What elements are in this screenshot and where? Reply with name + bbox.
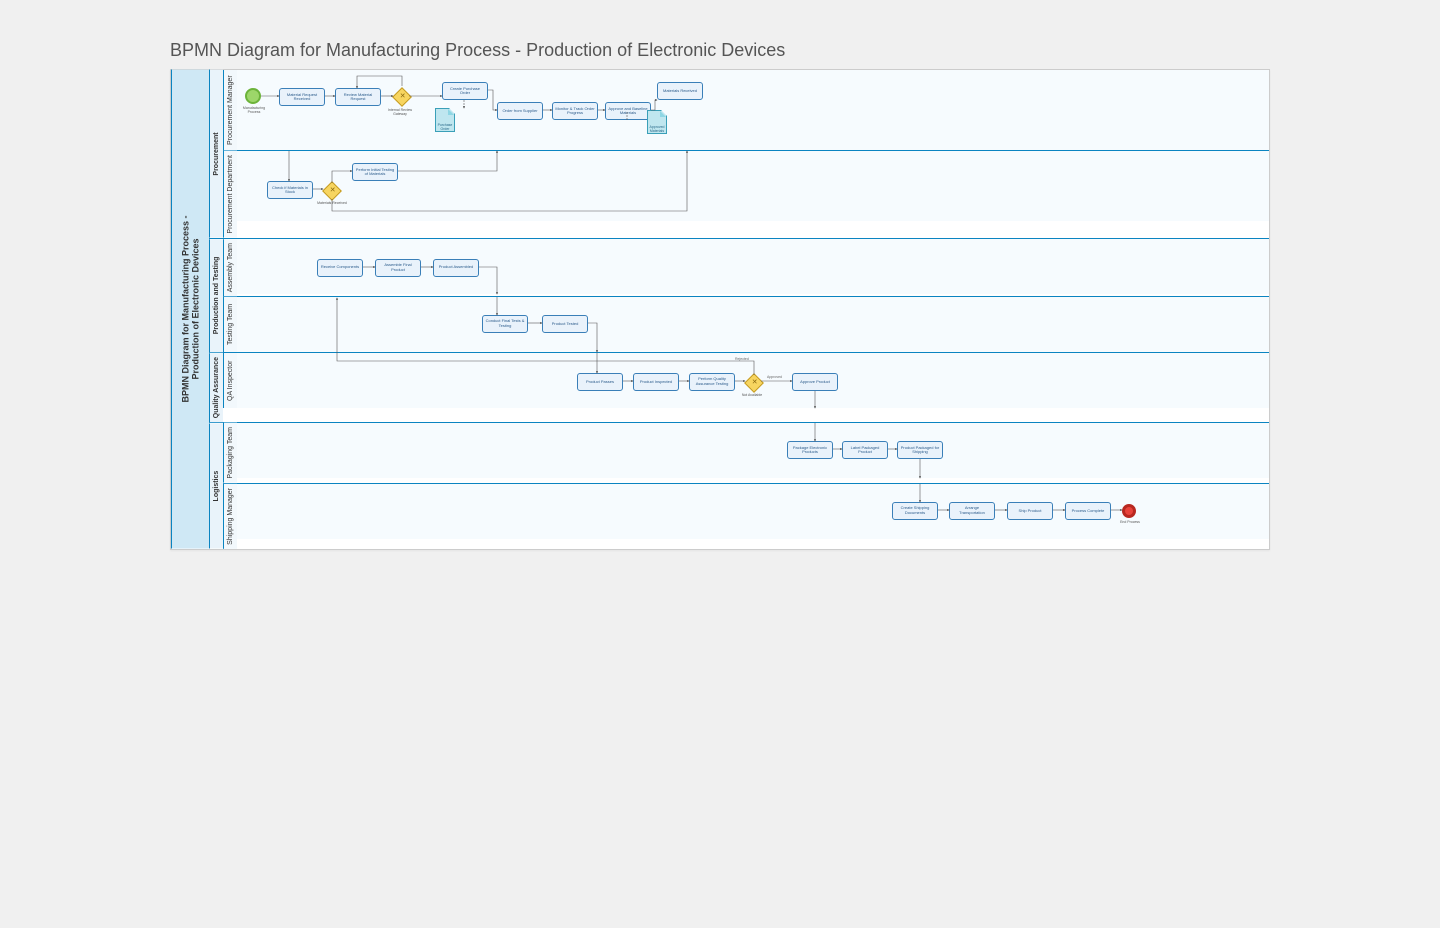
task-product-tested[interactable]: Product Tested xyxy=(542,315,588,333)
lane-label-assembly: Assembly Team xyxy=(223,239,237,296)
task-material-request[interactable]: Material Request Received xyxy=(279,88,325,106)
gateway-qa-label: Not Available xyxy=(737,393,767,397)
lane-label-packaging: Packaging Team xyxy=(223,423,237,483)
task-check-stock[interactable]: Check if Materials in Stock xyxy=(267,181,313,199)
gateway-qa[interactable] xyxy=(744,373,764,393)
lane-proc-manager: Procurement Manager Manufacturing Proces… xyxy=(223,70,1269,151)
edge-approved: Approved xyxy=(767,375,782,379)
task-product-packaged[interactable]: Product Packaged for Shipping xyxy=(897,441,943,459)
pool-label: BPMN Diagram for Manufacturing Process -… xyxy=(171,70,209,549)
task-label-package[interactable]: Label Packaged Product xyxy=(842,441,888,459)
pool-line2: Production of Electronic Devices xyxy=(191,239,201,380)
lane-proc-dept: Procurement Department Check if Material… xyxy=(223,151,1269,238)
task-review-request[interactable]: Review Material Request xyxy=(335,88,381,106)
task-order-supplier[interactable]: Order from Supplier xyxy=(497,102,543,120)
task-materials-received[interactable]: Materials Received xyxy=(657,82,703,100)
subpool-label-logistics: Logistics xyxy=(209,423,223,548)
lane-assembly: Assembly Team Receive Components Assembl… xyxy=(223,239,1269,297)
pool-line1: BPMN Diagram for Manufacturing Process - xyxy=(181,216,191,403)
page-title: BPMN Diagram for Manufacturing Process -… xyxy=(170,40,1270,61)
task-ship[interactable]: Ship Product xyxy=(1007,502,1053,520)
subpool-label-procurement: Procurement xyxy=(209,70,223,238)
task-assemble[interactable]: Assemble Final Product xyxy=(375,259,421,277)
lane-label-qa: QA Inspector xyxy=(223,353,237,408)
start-label: Manufacturing Process xyxy=(239,106,269,114)
task-create-po[interactable]: Create Purchase Order xyxy=(442,82,488,100)
subpool-procurement: Procurement Procurement Manager Manufact… xyxy=(209,70,1269,239)
task-product-inspected[interactable]: Product Inspected xyxy=(633,373,679,391)
gateway-review[interactable] xyxy=(392,87,412,107)
end-label: End Process xyxy=(1115,520,1145,524)
end-event[interactable] xyxy=(1122,504,1136,518)
lane-qa-inspector: QA Inspector Product Passes Product Insp… xyxy=(223,353,1269,408)
task-package[interactable]: Package Electronic Products xyxy=(787,441,833,459)
lane-label-proc-mgr: Procurement Manager xyxy=(223,70,237,150)
gateway-review-label: Internal Review Gateway xyxy=(385,108,415,116)
subpool-qa: Quality Assurance QA Inspector Product P… xyxy=(209,353,1269,423)
task-create-docs[interactable]: Create Shipping Documents xyxy=(892,502,938,520)
task-arrange-transport[interactable]: Arrange Transportation xyxy=(949,502,995,520)
doc-baseline: Approved Materials xyxy=(647,110,667,134)
bpmn-diagram: BPMN Diagram for Manufacturing Process -… xyxy=(170,69,1270,550)
task-monitor[interactable]: Monitor & Track Order Progress xyxy=(552,102,598,120)
task-conduct-tests[interactable]: Conduct Final Tests & Testing xyxy=(482,315,528,333)
subpool-label-qa: Quality Assurance xyxy=(209,353,223,422)
subpool-label-production: Production and Testing xyxy=(209,239,223,352)
task-perform-initial[interactable]: Perform Initial Testing of Materials xyxy=(352,163,398,181)
gateway-material[interactable] xyxy=(322,181,342,201)
gateway-material-label: Materials Received xyxy=(317,201,347,205)
lane-packaging: Packaging Team Package Electronic Produc… xyxy=(223,423,1269,484)
start-event[interactable] xyxy=(245,88,261,104)
task-perform-quality[interactable]: Perform Quality Assurance Testing xyxy=(689,373,735,391)
doc-po: Purchase Order xyxy=(435,108,455,132)
lane-testing: Testing Team Conduct Final Tests & Testi… xyxy=(223,297,1269,352)
lane-shipping: Shipping Manager Create Shipping Documen… xyxy=(223,484,1269,549)
task-receive-components[interactable]: Receive Components xyxy=(317,259,363,277)
subpool-logistics: Logistics Packaging Team Package Electro… xyxy=(209,423,1269,548)
task-process-complete[interactable]: Process Complete xyxy=(1065,502,1111,520)
lane-label-testing: Testing Team xyxy=(223,297,237,352)
subpool-production: Production and Testing Assembly Team Rec… xyxy=(209,239,1269,353)
task-approve-product[interactable]: Approve Product xyxy=(792,373,838,391)
task-approve-baseline[interactable]: Approve and Baseline Materials xyxy=(605,102,651,120)
lane-label-proc-dept: Procurement Department xyxy=(223,151,237,238)
task-product-passes[interactable]: Product Passes xyxy=(577,373,623,391)
lane-label-shipping: Shipping Manager xyxy=(223,484,237,549)
task-product-assembled[interactable]: Product Assembled xyxy=(433,259,479,277)
edge-rejected: Rejected xyxy=(735,357,749,361)
